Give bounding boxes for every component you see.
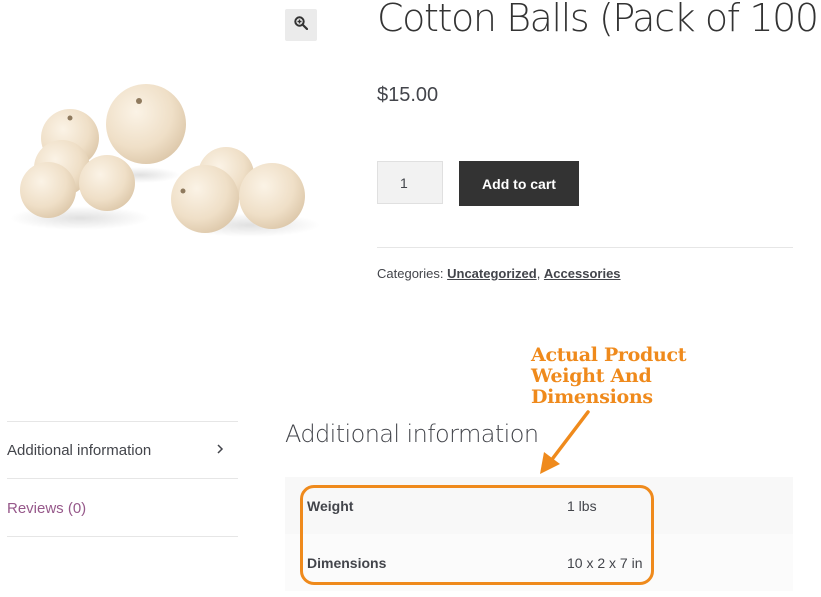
- attribute-label-weight: Weight: [307, 497, 354, 514]
- tab-divider: [7, 478, 238, 479]
- annotation-line: Weight And: [531, 365, 652, 387]
- annotation-callout: Actual Product Weight And Dimensions: [531, 344, 687, 408]
- annotation-line: Actual Product: [531, 344, 687, 366]
- zoom-button[interactable]: [285, 9, 317, 41]
- table-row: Weight 1 lbs: [285, 477, 793, 534]
- category-link-uncategorized[interactable]: Uncategorized: [447, 266, 537, 281]
- add-to-cart-button[interactable]: Add to cart: [459, 161, 579, 206]
- category-separator: ,: [536, 266, 544, 281]
- product-categories: Categories: Uncategorized, Accessories: [377, 266, 621, 281]
- tab-divider: [7, 536, 238, 537]
- magnifier-plus-icon: [294, 15, 309, 35]
- attributes-table: Weight 1 lbs Dimensions 10 x 2 x 7 in: [285, 477, 793, 591]
- tab-label: Reviews (0): [7, 499, 87, 517]
- chevron-right-icon: [216, 442, 224, 459]
- tab-reviews[interactable]: Reviews (0): [7, 480, 238, 536]
- table-row: Dimensions 10 x 2 x 7 in: [285, 534, 793, 591]
- tab-label: Additional information: [7, 441, 152, 459]
- category-link-accessories[interactable]: Accessories: [544, 266, 621, 281]
- categories-label: Categories:: [377, 266, 444, 281]
- annotation-line: Dimensions: [531, 386, 653, 408]
- additional-info-heading: Additional information: [285, 420, 539, 448]
- divider: [377, 247, 793, 248]
- attribute-value-weight: 1 lbs: [567, 497, 597, 514]
- quantity-input[interactable]: [377, 161, 443, 204]
- attribute-label-dimensions: Dimensions: [307, 554, 387, 571]
- annotation-arrow-icon: [540, 410, 590, 474]
- product-title: Cotton Balls (Pack of 100): [377, 0, 821, 40]
- attribute-value-dimensions: 10 x 2 x 7 in: [567, 554, 643, 571]
- tab-additional-information[interactable]: Additional information: [7, 422, 238, 478]
- product-price: $15.00: [377, 84, 439, 106]
